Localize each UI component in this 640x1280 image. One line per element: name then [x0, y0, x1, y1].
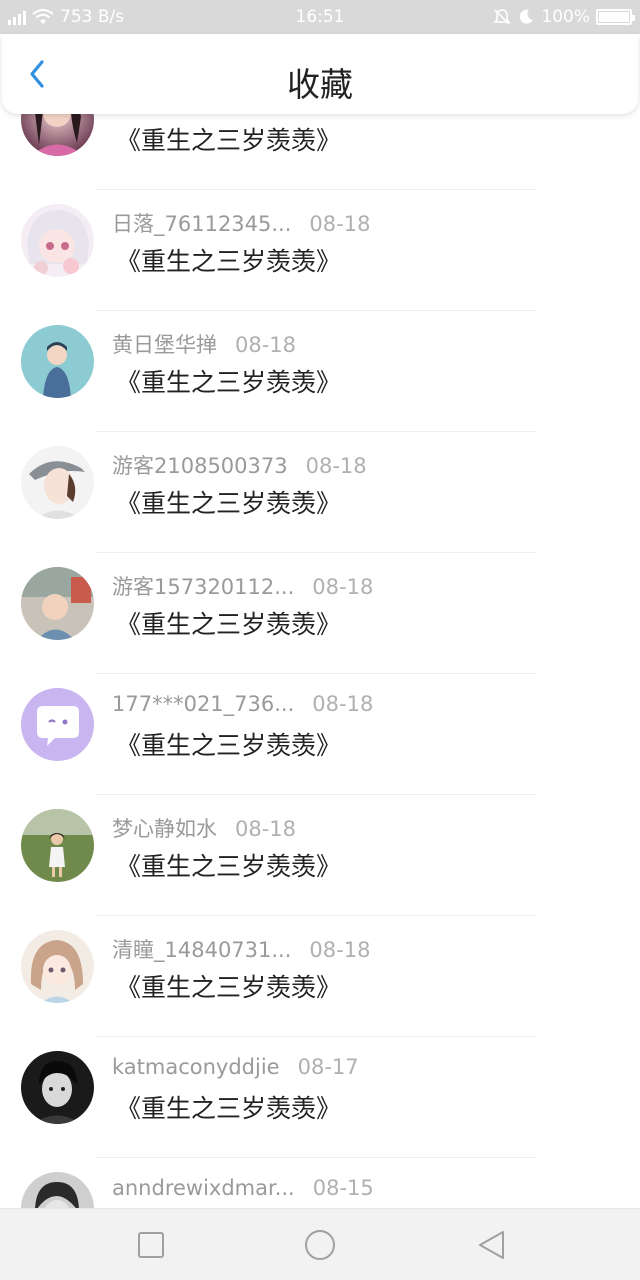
moon-icon: [520, 9, 534, 24]
item-meta: 游客2108500373 08-18: [112, 450, 367, 480]
avatar: [21, 204, 94, 277]
list-item[interactable]: 177***021_736... 08-18 《重生之三岁羡羡》: [0, 674, 640, 795]
list-item[interactable]: 游客157320112... 08-18 《重生之三岁羡羡》: [0, 553, 640, 674]
item-title: 《重生之三岁羡羡》: [116, 1094, 342, 1123]
back-triangle-icon[interactable]: [473, 1227, 509, 1263]
list-item[interactable]: anndrewixdmar... 08-15: [0, 1158, 640, 1208]
status-right: 100%: [493, 0, 635, 34]
item-meta: 清瞳_14840731... 08-18: [112, 934, 370, 964]
item-meta: 黄日堡华掸 08-18: [112, 329, 296, 359]
username: 游客2108500373: [112, 454, 288, 478]
item-meta: 177***021_736... 08-18: [112, 692, 373, 716]
app-header: 收藏: [2, 34, 638, 114]
avatar: [21, 114, 94, 156]
item-title: 《重生之三岁羡羡》: [116, 852, 342, 881]
avatar: [21, 325, 94, 398]
item-title: 《重生之三岁羡羡》: [116, 973, 342, 1002]
recent-apps-square-icon[interactable]: [133, 1227, 169, 1263]
username: 清瞳_14840731...: [112, 938, 292, 962]
item-title: 《重生之三岁羡羡》: [116, 610, 342, 639]
item-date: 08-18: [312, 692, 374, 716]
list-item[interactable]: 梦心静如水 08-18 《重生之三岁羡羡》: [0, 795, 640, 916]
item-title: 《重生之三岁羡羡》: [116, 731, 342, 760]
list-item[interactable]: 游客2108500373 08-18 《重生之三岁羡羡》: [0, 432, 640, 553]
list-item[interactable]: 黄日堡华掸 08-18 《重生之三岁羡羡》: [0, 311, 640, 432]
list-item[interactable]: katmaconyddjie 08-17 《重生之三岁羡羡》: [0, 1037, 640, 1158]
item-date: 08-18: [235, 333, 297, 357]
username: anndrewixdmar...: [112, 1176, 295, 1200]
item-date: 08-18: [235, 817, 297, 841]
item-meta: 游客157320112... 08-18: [112, 571, 373, 601]
avatar: [21, 1172, 94, 1208]
username: 日落_76112345...: [112, 212, 292, 236]
item-title: 《重生之三岁羡羡》: [116, 247, 342, 276]
page-title: 收藏: [287, 65, 353, 104]
avatar: [21, 688, 94, 761]
item-title: 《重生之三岁羡羡》: [116, 368, 342, 397]
battery-icon: [596, 9, 635, 25]
item-meta: anndrewixdmar... 08-15: [112, 1176, 374, 1200]
item-date: 08-18: [312, 575, 374, 599]
item-meta: 梦心静如水 08-18: [112, 813, 296, 843]
favorites-list: 《重生之三岁羡羡》 日落_76112345... 08-18 《重生之三岁羡羡》 黄日堡…: [0, 114, 640, 1208]
list-item[interactable]: 清瞳_14840731... 08-18 《重生之三岁羡羡》: [0, 916, 640, 1037]
item-date: 08-18: [309, 212, 371, 236]
list-item[interactable]: 《重生之三岁羡羡》: [0, 114, 640, 190]
avatar: [21, 446, 94, 519]
item-date: 08-15: [312, 1176, 374, 1200]
username: 177***021_736...: [112, 692, 295, 716]
item-meta: 日落_76112345... 08-18: [112, 208, 370, 238]
status-bar: 753 B/s 16:51 100%: [0, 0, 640, 34]
bell-muted-icon: [493, 9, 512, 25]
item-title: 《重生之三岁羡羡》: [116, 126, 342, 155]
item-date: 08-18: [309, 938, 371, 962]
username: 梦心静如水: [112, 817, 217, 841]
avatar: [21, 1051, 94, 1124]
item-date: 08-17: [297, 1055, 359, 1079]
system-nav-bar: [0, 1208, 640, 1280]
username: 黄日堡华掸: [112, 333, 217, 357]
item-date: 08-18: [305, 454, 367, 478]
home-circle-icon[interactable]: [302, 1227, 338, 1263]
avatar: [21, 809, 94, 882]
item-meta: katmaconyddjie 08-17: [112, 1055, 359, 1079]
username: katmaconyddjie: [112, 1055, 280, 1079]
avatar: [21, 567, 94, 640]
battery-percent: 100%: [541, 7, 590, 27]
username: 游客157320112...: [112, 575, 295, 599]
item-title: 《重生之三岁羡羡》: [116, 489, 342, 518]
list-item[interactable]: 日落_76112345... 08-18 《重生之三岁羡羡》: [0, 190, 640, 311]
avatar: [21, 930, 94, 1003]
